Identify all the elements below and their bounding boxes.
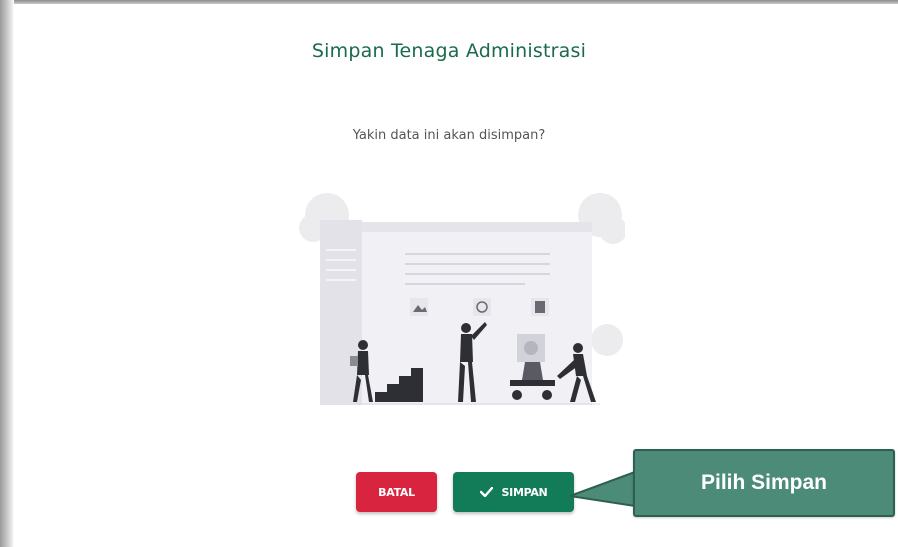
document-tile-icon [531, 298, 549, 316]
callout-pointer [569, 471, 636, 507]
save-button[interactable]: SIMPAN [453, 472, 574, 512]
save-button-label: SIMPAN [501, 485, 548, 499]
image-tile-icon [410, 298, 428, 316]
dialog-title: Simpan Tenaga Administrasi [311, 40, 587, 62]
check-icon [479, 487, 493, 497]
page-sidebar-shape [320, 220, 362, 405]
window-left-border [0, 0, 14, 547]
globe-tile-icon [473, 298, 491, 316]
window-top-border [0, 0, 898, 4]
dialog-message: Yakin data ini akan disimpan? [352, 128, 546, 143]
instruction-callout: Pilih Simpan [633, 449, 895, 517]
website-construction-illustration [299, 193, 625, 405]
cancel-button[interactable]: BATAL [356, 472, 437, 512]
